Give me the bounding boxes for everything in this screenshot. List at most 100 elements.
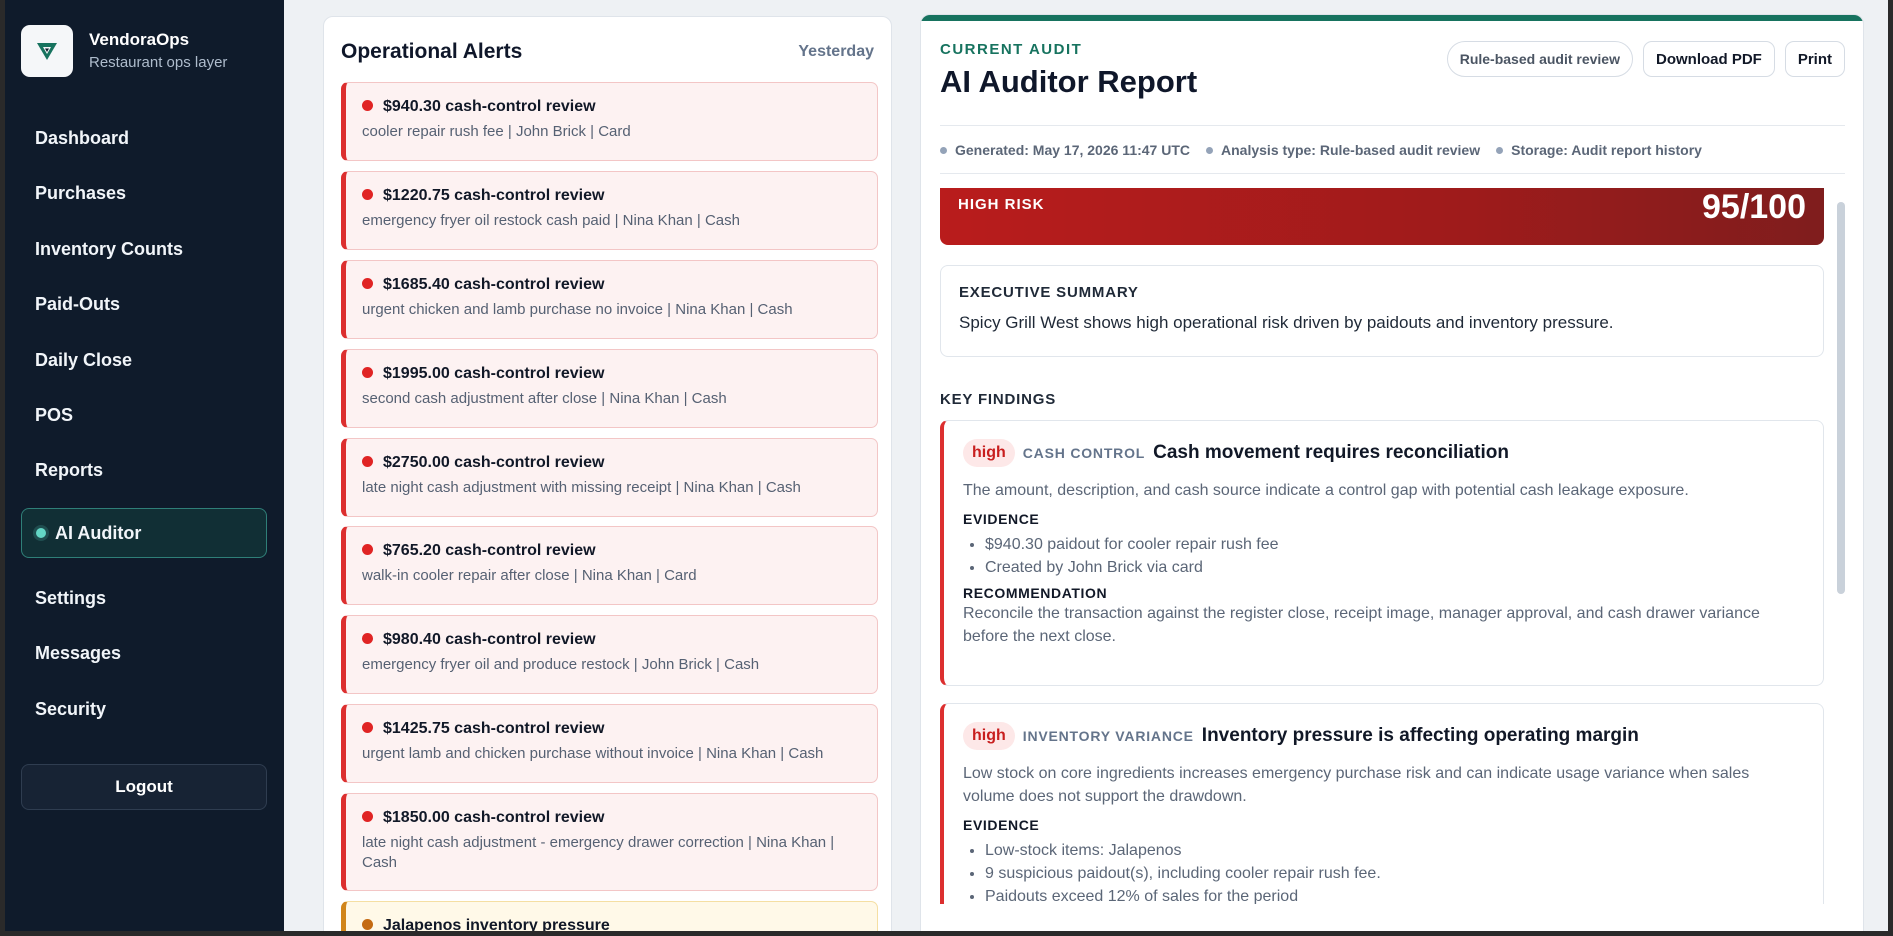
ai-auditor-report-panel: CURRENT AUDIT AI Auditor Report Rule-bas… (920, 14, 1864, 931)
alert-description: emergency fryer oil restock cash paid | … (362, 212, 740, 229)
alert-critical-icon (362, 188, 373, 200)
finding-title: Cash movement requires reconciliation (1153, 442, 1509, 463)
list-item: Created by John Brick via card (985, 556, 1823, 579)
finding-category: INVENTORY VARIANCE (1022, 728, 1194, 744)
alert-item[interactable]: $2750.00 cash-control review late night … (341, 438, 878, 517)
sidebar-item-inventory-counts[interactable]: Inventory Counts (21, 224, 267, 274)
sidebar-item-settings[interactable]: Settings (21, 573, 267, 623)
evidence-list: $940.30 paidout for cooler repair rush f… (963, 533, 1823, 579)
report-scroll-area[interactable]: HIGH RISK 95/100 EXECUTIVE SUMMARY Spicy… (940, 188, 1824, 904)
list-item: Paidouts exceed 12% of sales for the per… (985, 885, 1823, 904)
list-item: Low-stock items: Jalapenos (985, 839, 1823, 862)
alert-item[interactable]: Jalapenos inventory pressure (341, 901, 878, 931)
finding-card: high INVENTORY VARIANCE Inventory pressu… (940, 703, 1824, 904)
summary-text: Spicy Grill West shows high operational … (959, 313, 1614, 332)
analysis-type-badge: Rule-based audit review (1446, 41, 1633, 77)
vendoraops-logo-icon (21, 25, 73, 77)
alert-warning-icon (362, 918, 373, 930)
report-eyebrow: CURRENT AUDIT (940, 41, 1083, 58)
sidebar-item-label: AI Auditor (55, 522, 142, 543)
alert-item[interactable]: $980.40 cash-control review emergency fr… (341, 615, 878, 694)
sidebar-item-paid-outs[interactable]: Paid-Outs (21, 279, 267, 329)
executive-summary: EXECUTIVE SUMMARY Spicy Grill West shows… (940, 265, 1824, 357)
finding-description: Low stock on core ingredients increases … (963, 765, 1750, 805)
recommendation-label: RECOMMENDATION (963, 585, 1108, 601)
download-pdf-button[interactable]: Download PDF (1643, 41, 1775, 77)
evidence-list: Low-stock items: Jalapenos 9 suspicious … (963, 839, 1823, 904)
brand-tagline: Restaurant ops layer (89, 53, 228, 71)
alert-description: late night cash adjustment with missing … (362, 479, 801, 496)
logout-button[interactable]: Logout (21, 764, 267, 810)
meta-generated: Generated: May 17, 2026 11:47 UTC (955, 142, 1191, 158)
sidebar: VendoraOps Restaurant ops layer Dashboar… (5, 0, 284, 931)
divider (940, 173, 1845, 174)
alert-critical-icon (362, 277, 373, 289)
alert-item[interactable]: $1425.75 cash-control review urgent lamb… (341, 704, 878, 783)
alert-item[interactable]: $765.20 cash-control review walk-in cool… (341, 526, 878, 605)
brand-name: VendoraOps (89, 29, 190, 49)
alert-description: cooler repair rush fee | John Brick | Ca… (362, 123, 631, 140)
alert-title: $1685.40 cash-control review (383, 276, 605, 293)
alert-critical-icon (362, 632, 373, 644)
alert-title: $1425.75 cash-control review (383, 720, 605, 737)
alert-description: second cash adjustment after close | Nin… (362, 390, 727, 407)
sidebar-item-reports[interactable]: Reports (21, 445, 267, 495)
alert-description: walk-in cooler repair after close | Nina… (362, 567, 697, 584)
alert-critical-icon (362, 366, 373, 378)
bullet-icon (940, 146, 947, 154)
list-item: 9 suspicious paidout(s), including coole… (985, 862, 1823, 885)
sidebar-item-messages[interactable]: Messages (21, 628, 267, 678)
severity-badge: high (963, 722, 1015, 750)
alert-item[interactable]: $940.30 cash-control review cooler repai… (341, 82, 878, 161)
risk-banner: HIGH RISK 95/100 (940, 188, 1824, 245)
alert-description: urgent chicken and lamb purchase no invo… (362, 301, 793, 318)
alert-title: $2750.00 cash-control review (383, 454, 605, 471)
bullet-icon (1496, 146, 1504, 154)
alert-critical-icon (362, 810, 373, 822)
alert-critical-icon (362, 721, 373, 733)
divider (940, 125, 1845, 126)
sidebar-item-dashboard[interactable]: Dashboard (21, 113, 267, 163)
print-button[interactable]: Print (1784, 41, 1845, 77)
alert-title: $980.40 cash-control review (383, 631, 596, 648)
risk-level: HIGH RISK (958, 196, 1045, 213)
alert-title: Jalapenos inventory pressure (383, 917, 610, 931)
alert-critical-icon (362, 543, 373, 555)
alert-item[interactable]: $1685.40 cash-control review urgent chic… (341, 260, 878, 339)
alert-description: urgent lamb and chicken purchase without… (362, 745, 824, 762)
alert-title: $1850.00 cash-control review (383, 809, 605, 826)
sidebar-item-purchases[interactable]: Purchases (21, 168, 267, 218)
alert-title: $940.30 cash-control review (383, 98, 596, 115)
finding-title: Inventory pressure is affecting operatin… (1201, 725, 1639, 746)
alert-title: $765.20 cash-control review (383, 542, 596, 559)
report-meta: Generated: May 17, 2026 11:47 UTC Analys… (940, 142, 1702, 158)
alert-item[interactable]: $1995.00 cash-control review second cash… (341, 349, 878, 428)
recommendation-text: Reconcile the transaction against the re… (963, 605, 1760, 645)
sidebar-item-ai-auditor[interactable]: AI Auditor (21, 508, 267, 558)
alert-critical-icon (362, 99, 373, 111)
sidebar-item-daily-close[interactable]: Daily Close (21, 335, 267, 385)
active-indicator-icon (36, 528, 46, 538)
alert-title: $1995.00 cash-control review (383, 365, 605, 382)
operational-alerts-panel: Operational Alerts Yesterday $940.30 cas… (323, 16, 892, 931)
list-item: $940.30 paidout for cooler repair rush f… (985, 533, 1823, 556)
alert-item[interactable]: $1220.75 cash-control review emergency f… (341, 171, 878, 250)
bullet-icon (1206, 146, 1214, 154)
brand[interactable]: VendoraOps Restaurant ops layer (21, 25, 227, 77)
sidebar-item-security[interactable]: Security (21, 684, 267, 734)
finding-description: The amount, description, and cash source… (963, 482, 1689, 499)
alert-item[interactable]: $1850.00 cash-control review late night … (341, 793, 878, 891)
evidence-label: EVIDENCE (963, 511, 1040, 527)
finding-card: high CASH CONTROL Cash movement requires… (940, 420, 1824, 686)
alert-description: late night cash adjustment - emergency d… (362, 834, 835, 871)
evidence-label: EVIDENCE (963, 817, 1040, 833)
alert-description: emergency fryer oil and produce restock … (362, 656, 760, 673)
report-title: AI Auditor Report (940, 64, 1198, 99)
report-scrollbar[interactable] (1837, 202, 1845, 594)
sidebar-item-pos[interactable]: POS (21, 390, 267, 440)
key-findings-label: KEY FINDINGS (940, 391, 1057, 408)
risk-score: 95/100 (1702, 188, 1806, 226)
meta-storage: Storage: Audit report history (1511, 142, 1702, 158)
summary-label: EXECUTIVE SUMMARY (959, 284, 1139, 301)
alerts-title: Operational Alerts (341, 40, 523, 63)
